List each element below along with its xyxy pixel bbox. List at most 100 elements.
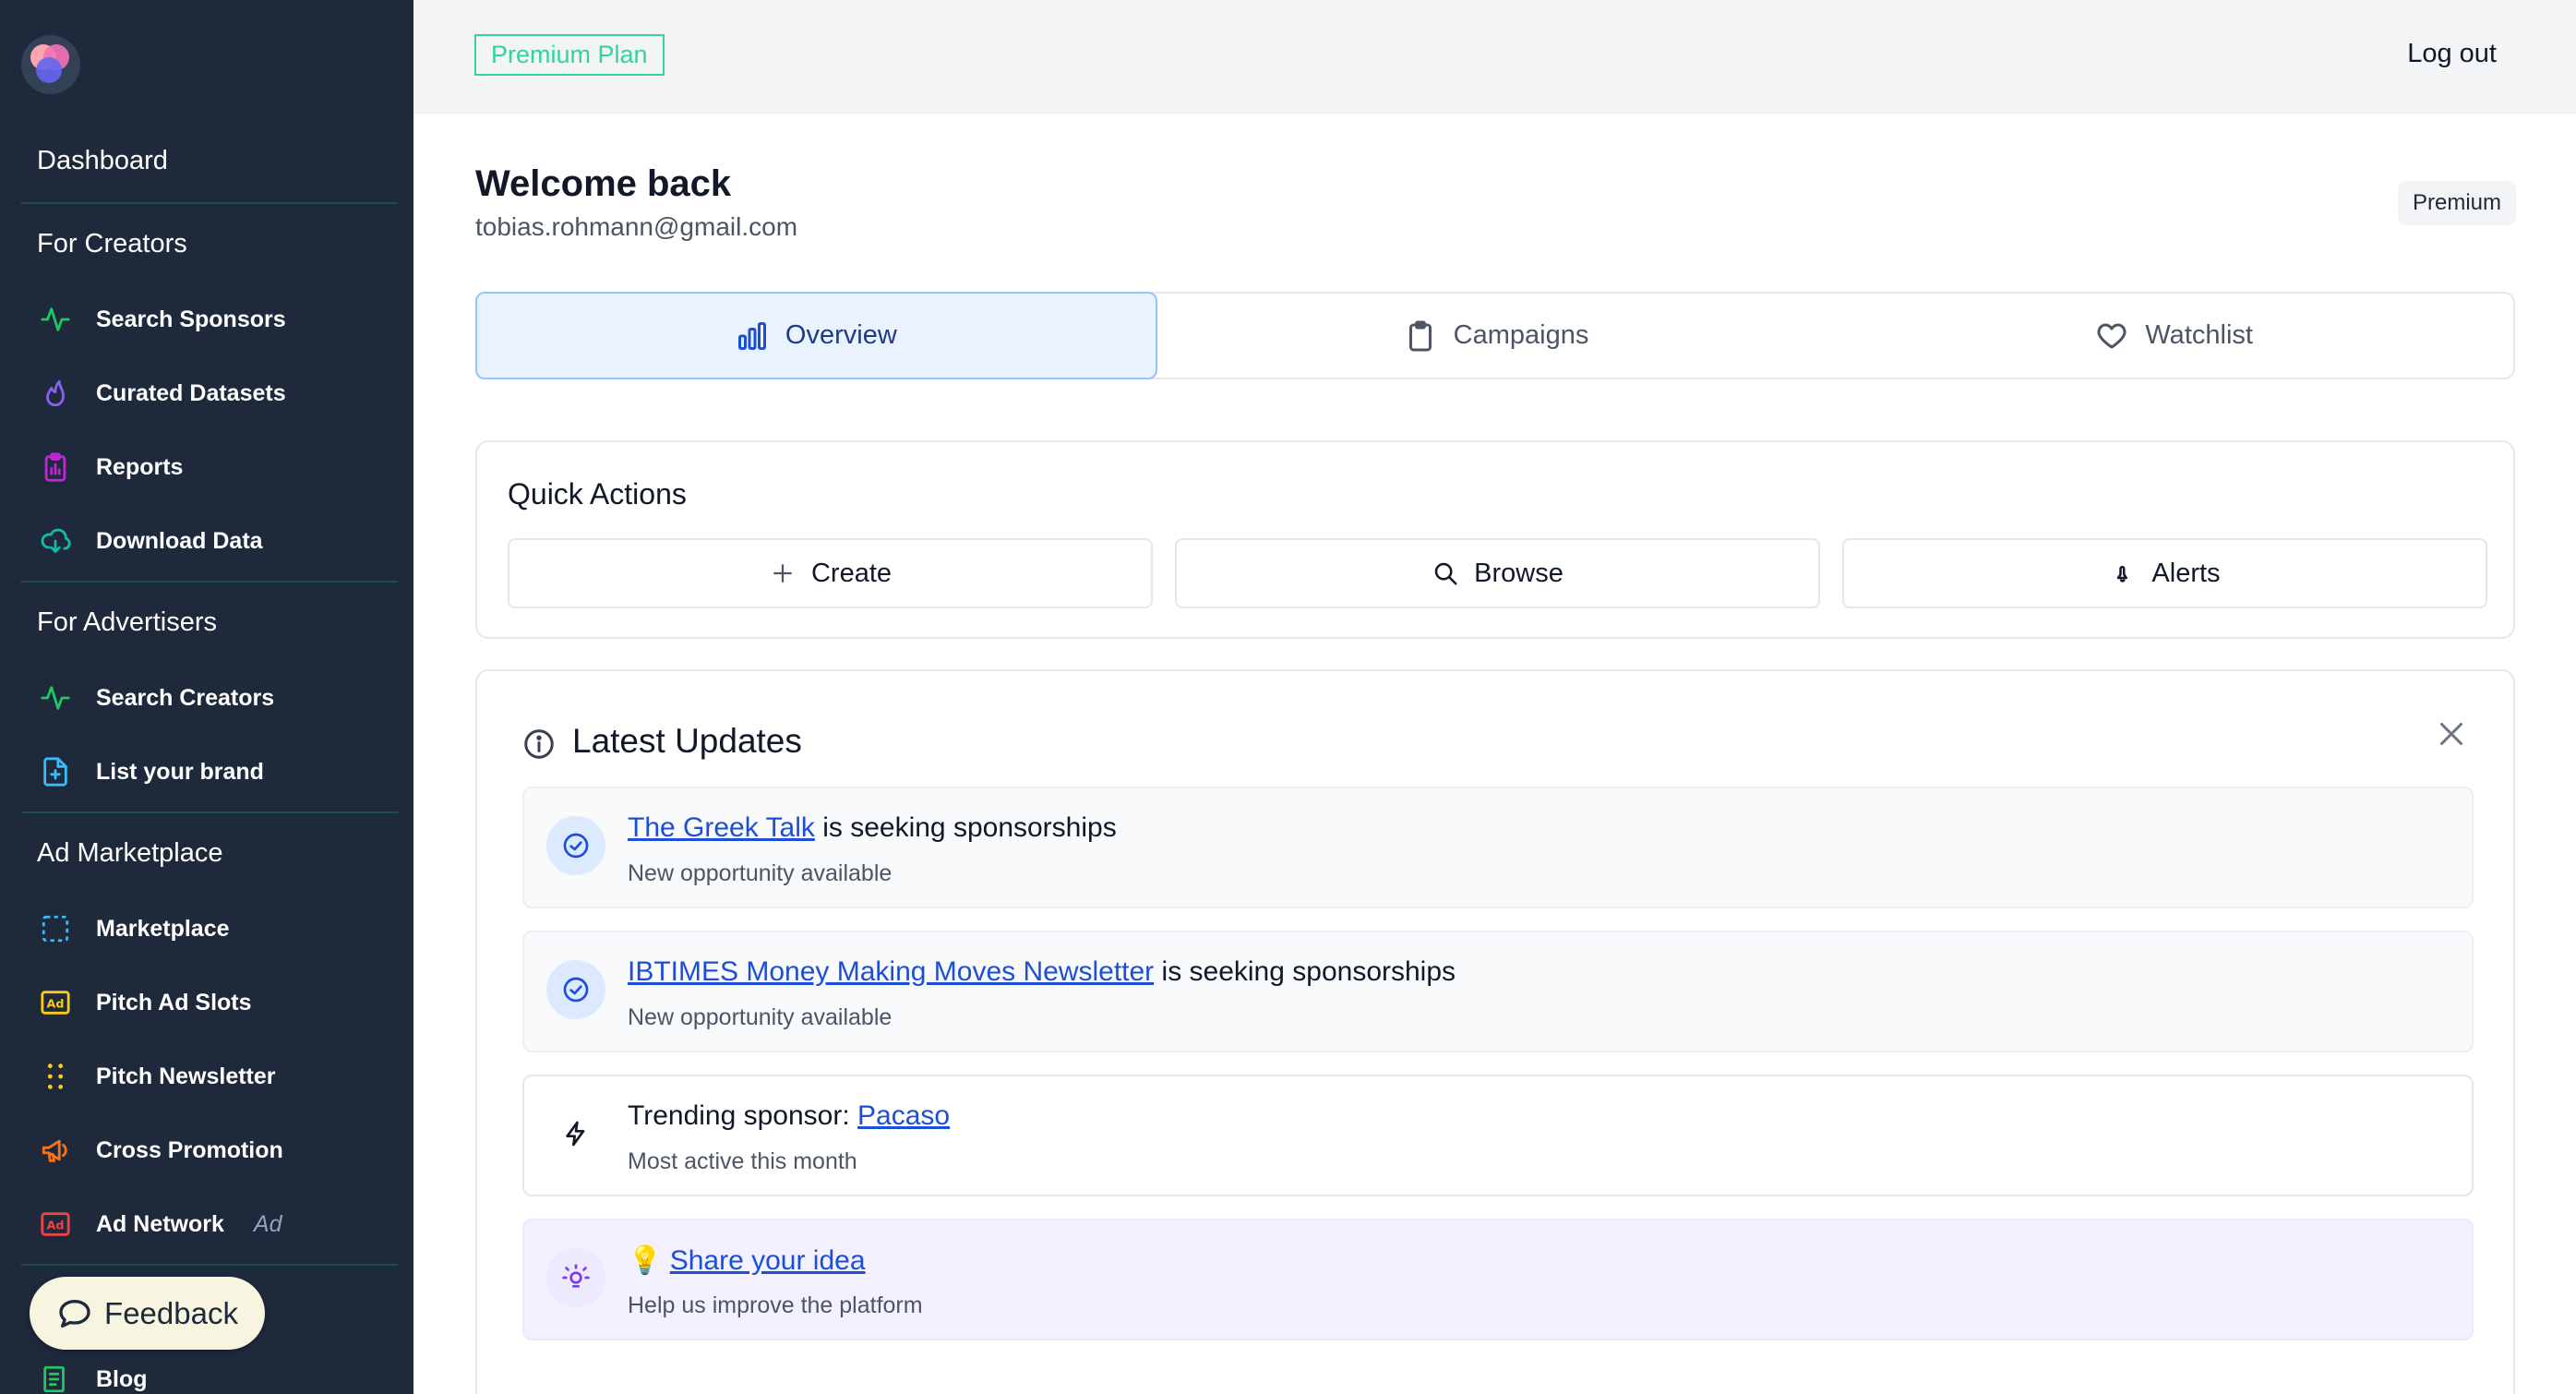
ad-suffix-label: Ad (253, 1210, 282, 1237)
sidebar-item-label: Pitch Newsletter (96, 1063, 276, 1089)
activity-icon (37, 301, 74, 338)
svg-text:Ad: Ad (47, 998, 65, 1012)
sidebar-item-ad-network[interactable]: Ad Ad Network Ad (37, 1206, 282, 1243)
sidebar-item-label: Marketplace (96, 915, 230, 942)
update-item: 💡 Share your idea Help us improve the pl… (522, 1219, 2474, 1340)
sidebar-divider (21, 811, 398, 813)
sidebar-item-cross-promotion[interactable]: Cross Promotion (37, 1132, 283, 1169)
sidebar-item-reports[interactable]: Reports (37, 449, 183, 486)
update-text: IBTIMES Money Making Moves Newsletter is… (628, 956, 1456, 988)
update-subtext: Help us improve the platform (628, 1292, 923, 1318)
browse-button[interactable]: Browse (1175, 538, 1820, 608)
update-item: Trending sponsor: Pacaso Most active thi… (522, 1075, 2474, 1196)
bar-chart-icon (737, 321, 766, 350)
activity-icon (37, 679, 74, 716)
update-text: The Greek Talk is seeking sponsorships (628, 812, 1117, 844)
update-subtext: New opportunity available (628, 860, 893, 886)
app: Dashboard For Creators Search Sponsors C… (0, 0, 2576, 1394)
sidebar-item-marketplace[interactable]: Marketplace (37, 910, 230, 947)
update-prefix: 💡 (628, 1245, 670, 1276)
latest-updates-card: Latest Updates The Greek Talk is seeking… (475, 669, 2515, 1394)
quick-actions-title: Quick Actions (508, 477, 687, 511)
newspaper-icon (37, 1361, 74, 1394)
section-heading-marketplace: Ad Marketplace (37, 838, 223, 868)
sidebar-item-curated-datasets[interactable]: Curated Datasets (37, 375, 286, 412)
ad-icon: Ad (37, 1206, 74, 1243)
feedback-label: Feedback (104, 1295, 238, 1330)
page-title: Welcome back (475, 163, 732, 204)
sidebar-item-label: Pitch Ad Slots (96, 989, 252, 1015)
bell-icon (2117, 565, 2128, 583)
dashed-square-icon (37, 910, 74, 947)
alerts-button[interactable]: Alerts (1842, 538, 2487, 608)
lightbulb-icon (546, 1248, 605, 1307)
sidebar-item-dashboard[interactable]: Dashboard (37, 146, 168, 176)
tab-overview[interactable]: Overview (475, 292, 1157, 379)
sidebar-item-label: Search Sponsors (96, 306, 286, 332)
sidebar-item-pitch-newsletter[interactable]: Pitch Newsletter (37, 1058, 276, 1095)
megaphone-icon (37, 1132, 74, 1169)
tab-campaigns[interactable]: Campaigns (1157, 294, 1836, 378)
create-button-label: Create (810, 558, 893, 588)
tab-watchlist[interactable]: Watchlist (1835, 294, 2513, 378)
sidebar-item-label: Download Data (96, 527, 263, 554)
sidebar-item-label: List your brand (96, 758, 264, 785)
sidebar-item-label: Search Creators (96, 684, 275, 711)
section-heading-creators: For Creators (37, 229, 187, 258)
sidebar-item-label: Curated Datasets (96, 379, 286, 406)
close-icon[interactable] (2435, 717, 2468, 751)
check-circle-icon (546, 816, 605, 875)
sidebar-item-label: Blog (96, 1365, 148, 1392)
tab-label: Campaigns (1453, 320, 1589, 350)
alerts-button-label: Alerts (2151, 558, 2221, 588)
update-link[interactable]: Pacaso (857, 1100, 950, 1131)
main-content: Welcome back tobias.rohmann@gmail.com Pr… (413, 114, 2576, 1394)
tab-label: Overview (785, 320, 897, 350)
update-link[interactable]: IBTIMES Money Making Moves Newsletter (628, 956, 1154, 987)
sidebar-item-download-data[interactable]: Download Data (37, 523, 263, 559)
update-link[interactable]: The Greek Talk (628, 812, 815, 843)
sidebar-item-search-creators[interactable]: Search Creators (37, 679, 274, 716)
update-subtext: New opportunity available (628, 1004, 893, 1030)
app-logo[interactable] (21, 35, 80, 94)
plus-icon (773, 564, 792, 583)
tab-bar: Overview Campaigns Watchlist (475, 292, 2515, 379)
update-item: IBTIMES Money Making Moves Newsletter is… (522, 931, 2474, 1052)
browse-button-label: Browse (1474, 558, 1564, 588)
clipboard-chart-icon (37, 449, 74, 486)
sidebar-item-pitch-ad-slots[interactable]: Ad Pitch Ad Slots (37, 984, 252, 1021)
ad-icon: Ad (37, 984, 74, 1021)
heart-icon (2097, 323, 2127, 348)
premium-plan-badge[interactable]: Premium Plan (474, 34, 665, 76)
latest-updates-title: Latest Updates (572, 722, 802, 760)
sidebar-item-label: Reports (96, 453, 184, 480)
feedback-button[interactable]: Feedback (30, 1277, 265, 1350)
check-circle-icon (546, 960, 605, 1019)
update-item: The Greek Talk is seeking sponsorships N… (522, 787, 2474, 908)
search-icon (1434, 562, 1457, 585)
flame-icon (37, 375, 74, 412)
svg-text:Ad: Ad (47, 1220, 65, 1233)
quick-actions-card: Quick Actions Create Browse Alerts (475, 440, 2515, 639)
tab-label: Watchlist (2145, 320, 2253, 350)
top-bar: Premium Plan Log out (413, 0, 2576, 114)
file-plus-icon (37, 753, 74, 790)
zap-icon (546, 1104, 605, 1163)
section-heading-advertisers: For Advertisers (37, 607, 217, 637)
dots-icon (37, 1058, 74, 1095)
update-subtext: Most active this month (628, 1148, 857, 1174)
sidebar-item-blog[interactable]: Blog (37, 1361, 148, 1394)
info-icon (524, 729, 554, 759)
update-text: Trending sponsor: Pacaso (628, 1100, 950, 1132)
sidebar-item-search-sponsors[interactable]: Search Sponsors (37, 301, 286, 338)
logout-button[interactable]: Log out (2407, 39, 2497, 69)
update-link[interactable]: Share your idea (670, 1245, 866, 1276)
update-suffix: is seeking sponsorships (814, 812, 1117, 843)
clipboard-icon (1408, 320, 1432, 351)
sidebar-item-list-your-brand[interactable]: List your brand (37, 753, 264, 790)
sidebar-divider (21, 202, 398, 204)
update-suffix: is seeking sponsorships (1154, 956, 1456, 987)
premium-status-badge: Premium (2397, 181, 2516, 225)
sidebar-divider (21, 581, 398, 583)
create-button[interactable]: Create (508, 538, 1153, 608)
